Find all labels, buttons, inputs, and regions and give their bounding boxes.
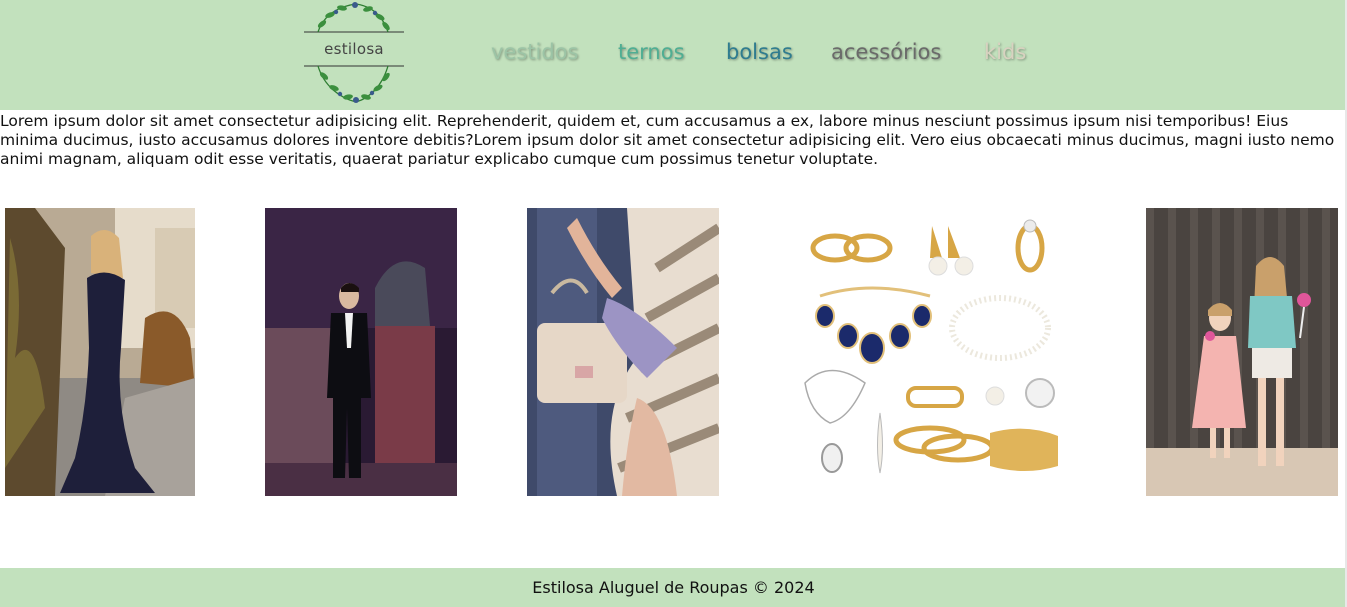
logo-text: estilosa (324, 40, 384, 58)
gallery-photo-vestidos[interactable] (5, 208, 195, 496)
nav-link-bolsas[interactable]: bolsas (726, 40, 793, 64)
site-header: estilosa vestidos ternos bolsas acessóri… (0, 0, 1347, 110)
site-footer: Estilosa Aluguel de Roupas © 2024 (0, 568, 1347, 607)
intro-paragraph: Lorem ipsum dolor sit amet consectetur a… (0, 112, 1335, 168)
nav-link-kids[interactable]: kids (984, 40, 1026, 64)
estilosa-logo[interactable]: estilosa (300, 0, 408, 106)
nav-link-acessorios[interactable]: acessórios (831, 40, 941, 64)
gallery-photo-acessorios[interactable] (790, 208, 1080, 496)
gallery-photo-bolsas[interactable] (527, 208, 719, 496)
photo-gallery (0, 208, 1347, 496)
gallery-photo-ternos[interactable] (265, 208, 457, 496)
gallery-photo-kids[interactable] (1146, 208, 1338, 496)
nav-link-vestidos[interactable]: vestidos (491, 40, 578, 64)
nav-link-ternos[interactable]: ternos (618, 40, 685, 64)
